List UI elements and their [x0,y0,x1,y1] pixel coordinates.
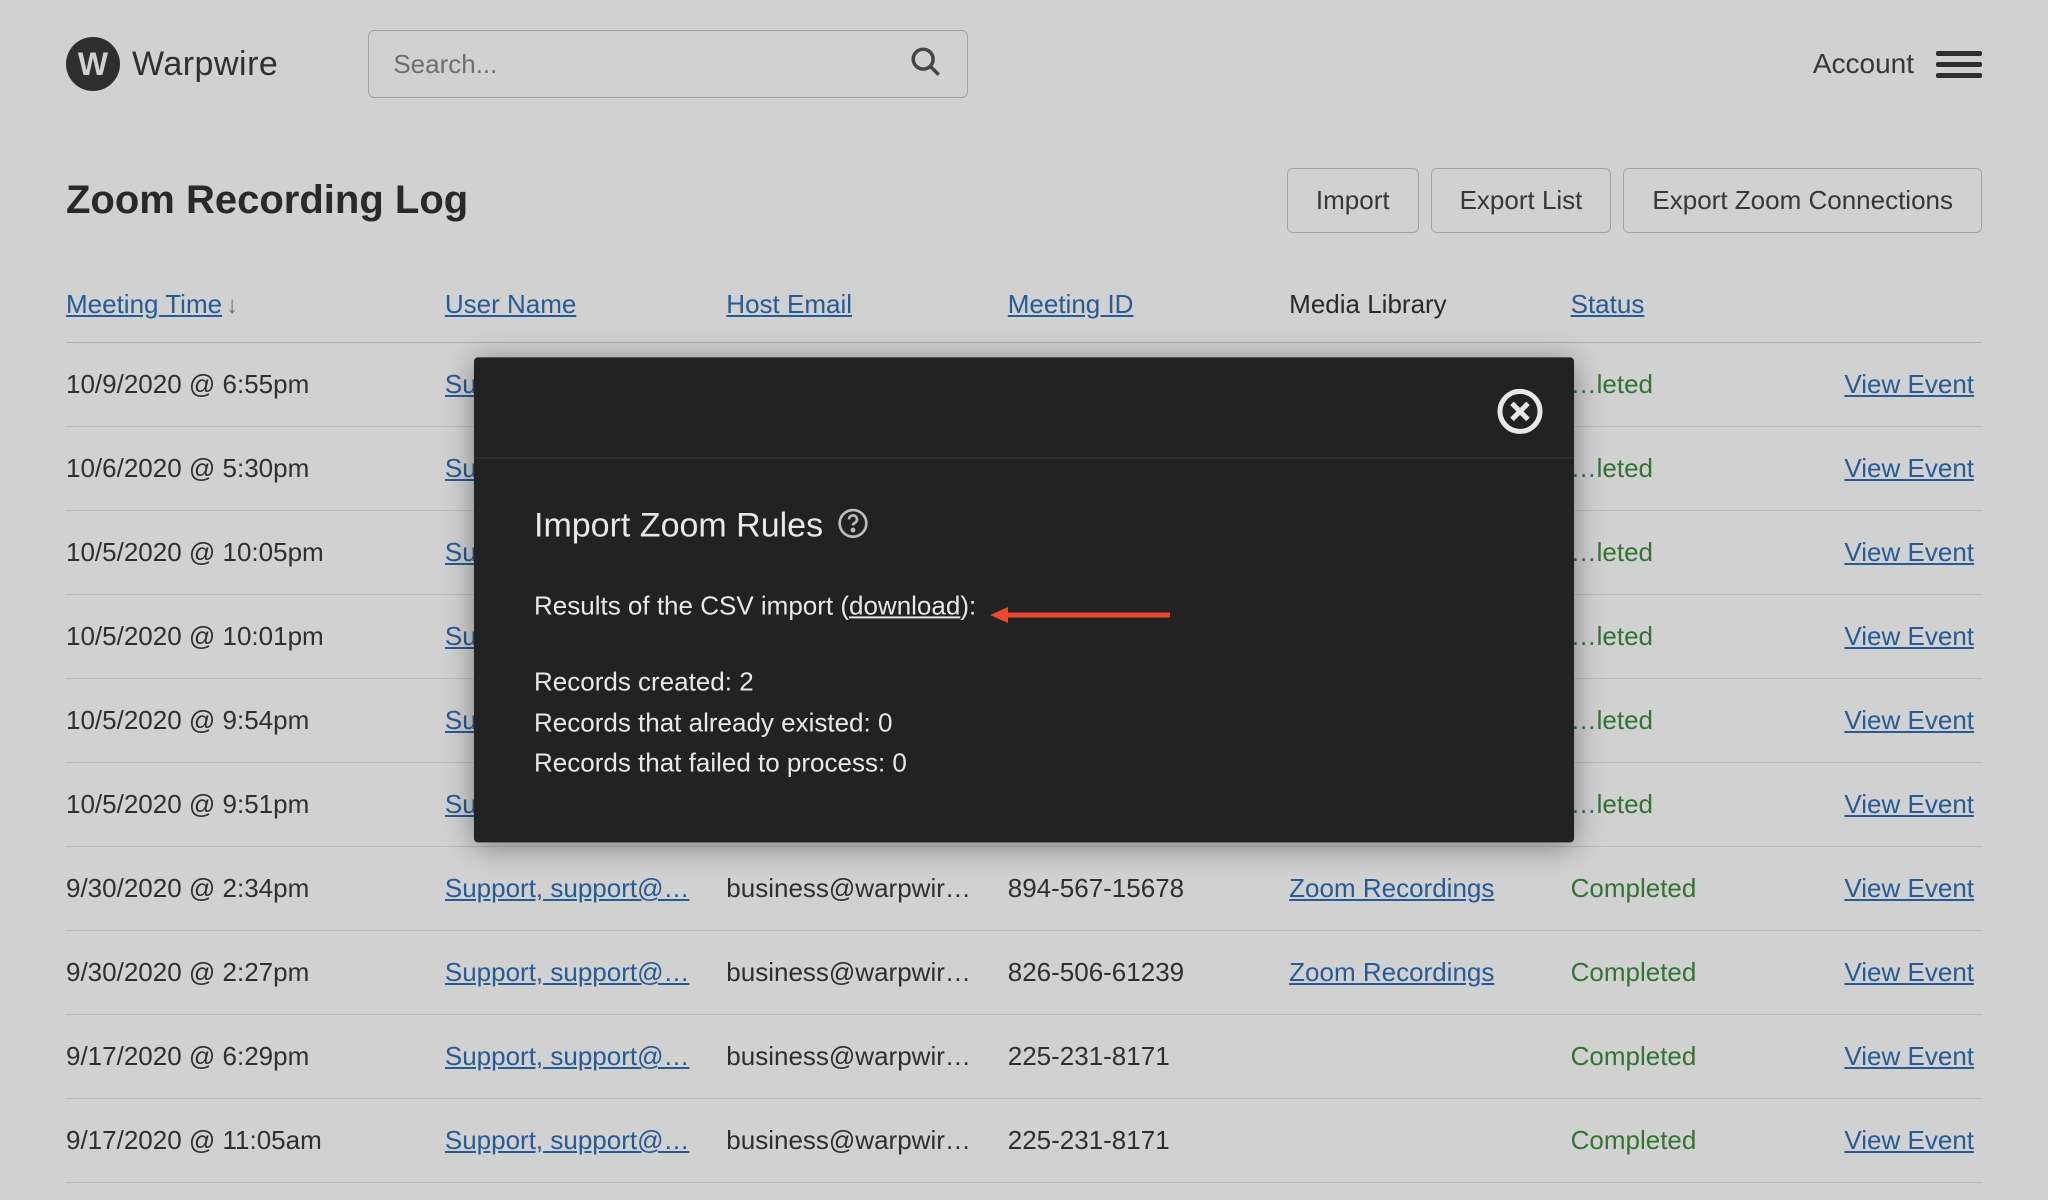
download-link[interactable]: download [849,590,960,620]
close-icon[interactable] [1496,387,1544,440]
import-zoom-rules-modal: Import Zoom Rules Results of the CSV imp… [474,357,1574,842]
help-icon[interactable] [837,507,869,544]
stat-existed: Records that already existed: 0 [534,702,1514,742]
modal-title: Import Zoom Rules [534,506,823,545]
modal-results-line: Results of the CSV import (download): [534,585,1514,625]
modal-results-prefix: Results of the CSV import ( [534,590,849,620]
stat-failed: Records that failed to process: 0 [534,742,1514,782]
stat-created: Records created: 2 [534,662,1514,702]
modal-stats: Records created: 2 Records that already … [534,662,1514,783]
modal-results-suffix: ): [960,590,976,620]
